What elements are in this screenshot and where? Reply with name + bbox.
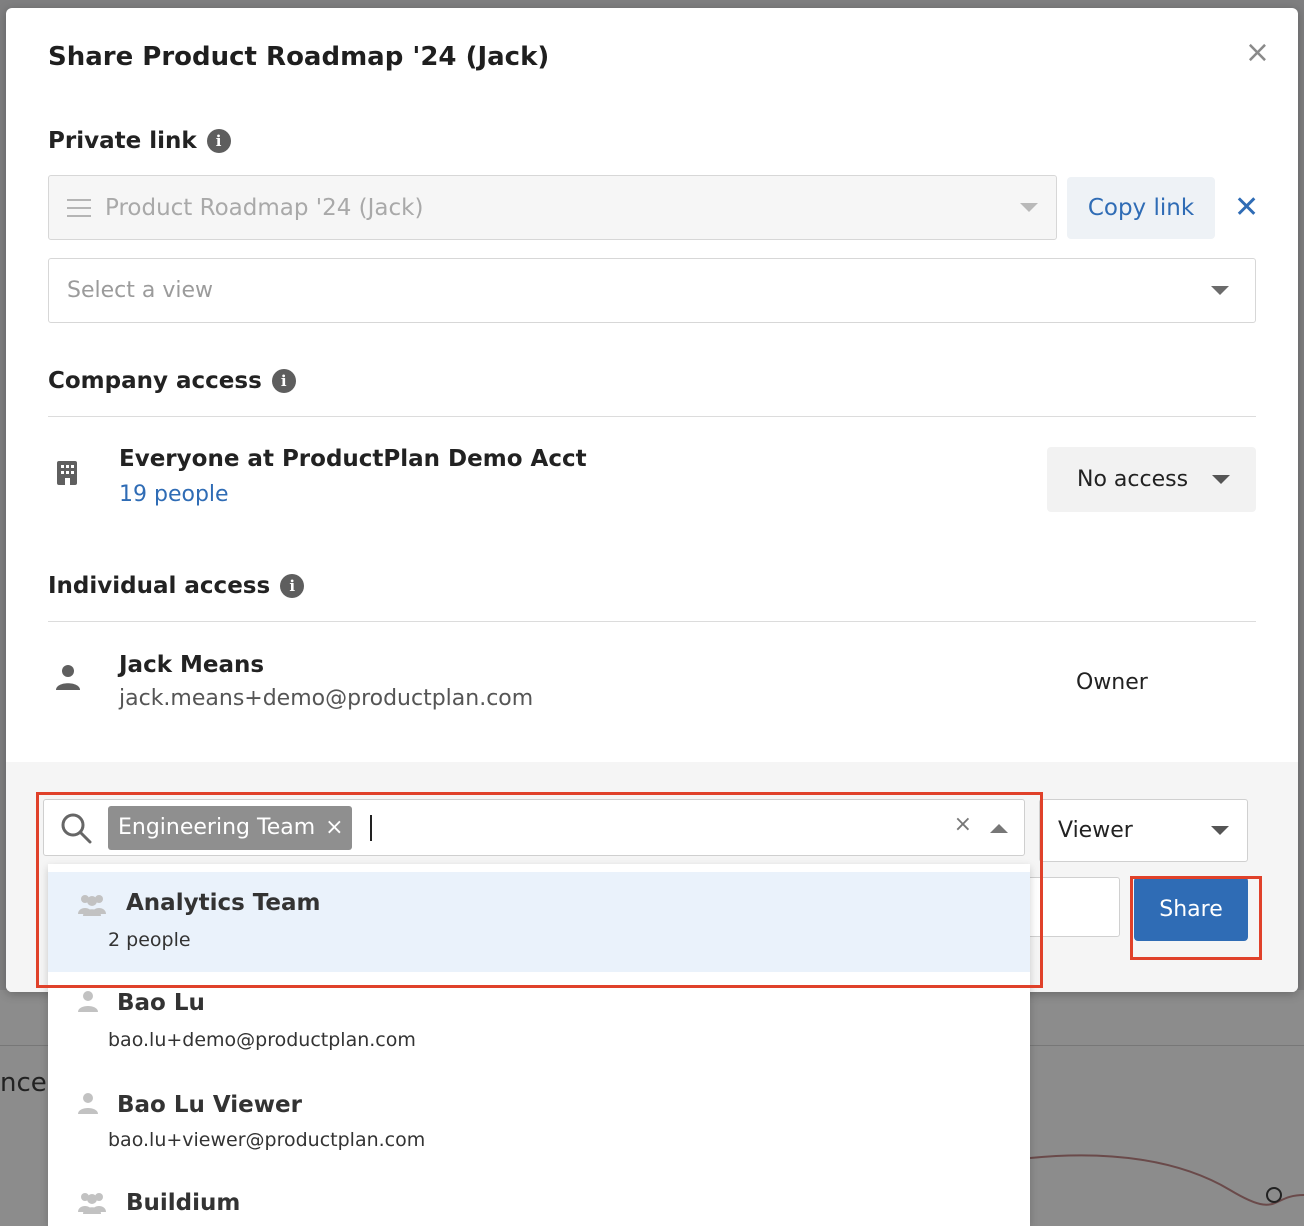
company-access-label-text: Company access <box>48 368 262 394</box>
info-icon[interactable]: i <box>271 369 296 393</box>
chevron-down-icon <box>1212 475 1230 484</box>
view-select-placeholder: Select a view <box>67 278 213 303</box>
person-icon <box>78 991 98 1012</box>
company-name: Everyone at ProductPlan Demo Acct <box>119 446 587 472</box>
list-item-name: Buildium <box>126 1190 241 1216</box>
list-item[interactable]: Bao Lu Viewer bao.lu+viewer@productplan.… <box>48 1078 1030 1178</box>
building-icon <box>57 461 77 485</box>
invite-role-select[interactable]: Viewer <box>1039 799 1248 862</box>
selected-chip: Engineering Team × <box>108 805 352 850</box>
list-item[interactable]: Bao Lu bao.lu+demo@productplan.com <box>48 976 1030 1076</box>
roadmap-select[interactable]: Product Roadmap '24 (Jack) <box>48 175 1057 240</box>
list-item-name: Bao Lu <box>117 990 205 1016</box>
person-icon <box>78 1093 98 1114</box>
person-icon <box>56 665 80 690</box>
list-item[interactable]: Analytics Team 2 people <box>48 872 1030 972</box>
list-item-name: Bao Lu Viewer <box>117 1092 302 1118</box>
search-icon <box>61 813 92 843</box>
individual-access-label-text: Individual access <box>48 573 271 599</box>
background-partial-text: nce <box>0 1068 47 1098</box>
section-divider <box>48 416 1256 417</box>
view-select[interactable]: Select a view <box>48 258 1256 323</box>
info-icon[interactable]: i <box>280 574 305 598</box>
chevron-up-icon[interactable] <box>990 824 1008 833</box>
roadmap-select-value: Product Roadmap '24 (Jack) <box>105 194 424 221</box>
user-name: Jack Means <box>119 652 265 678</box>
remove-link-button[interactable]: ✕ <box>1234 190 1259 225</box>
company-access-value: No access <box>1077 467 1189 492</box>
list-item-sub: bao.lu+viewer@productplan.com <box>108 1129 426 1151</box>
chip-label: Engineering Team <box>118 815 316 840</box>
company-people-link[interactable]: 19 people <box>119 482 229 507</box>
company-access-label: Company access i <box>48 368 296 394</box>
close-modal-button[interactable]: × <box>1245 38 1270 68</box>
text-cursor <box>369 814 372 841</box>
info-icon[interactable]: i <box>206 129 231 153</box>
private-link-label: Private link i <box>48 128 231 154</box>
section-divider <box>48 621 1256 622</box>
invite-dropdown: Analytics Team 2 people Bao Lu bao.lu+de… <box>48 864 1030 1226</box>
individual-access-row: Jack Means jack.means+demo@productplan.c… <box>48 644 1256 724</box>
team-icon <box>78 895 106 916</box>
chevron-down-icon <box>1020 203 1038 212</box>
list-item-sub: 2 people <box>108 929 191 951</box>
user-email: jack.means+demo@productplan.com <box>119 686 534 711</box>
invite-role-value: Viewer <box>1058 818 1133 843</box>
user-role: Owner <box>1076 670 1148 695</box>
modal-title: Share Product Roadmap '24 (Jack) <box>48 42 550 72</box>
chip-remove-icon[interactable]: × <box>325 815 343 840</box>
company-access-select[interactable]: No access <box>1047 447 1256 512</box>
share-button[interactable]: Share <box>1134 877 1248 941</box>
chevron-down-icon <box>1211 286 1229 295</box>
background-curve <box>1030 1154 1304 1206</box>
clear-icon[interactable]: × <box>954 812 972 837</box>
team-icon <box>78 1193 106 1214</box>
list-item-sub: bao.lu+demo@productplan.com <box>108 1029 416 1051</box>
invite-search-input[interactable]: Engineering Team × × <box>43 799 1025 856</box>
list-icon <box>67 198 91 217</box>
list-item-name: Analytics Team <box>126 890 321 916</box>
chevron-down-icon <box>1211 826 1229 835</box>
copy-link-button[interactable]: Copy link <box>1067 177 1215 239</box>
private-link-label-text: Private link <box>48 128 197 154</box>
list-item[interactable]: Buildium <box>48 1178 1030 1226</box>
individual-access-label: Individual access i <box>48 573 305 599</box>
